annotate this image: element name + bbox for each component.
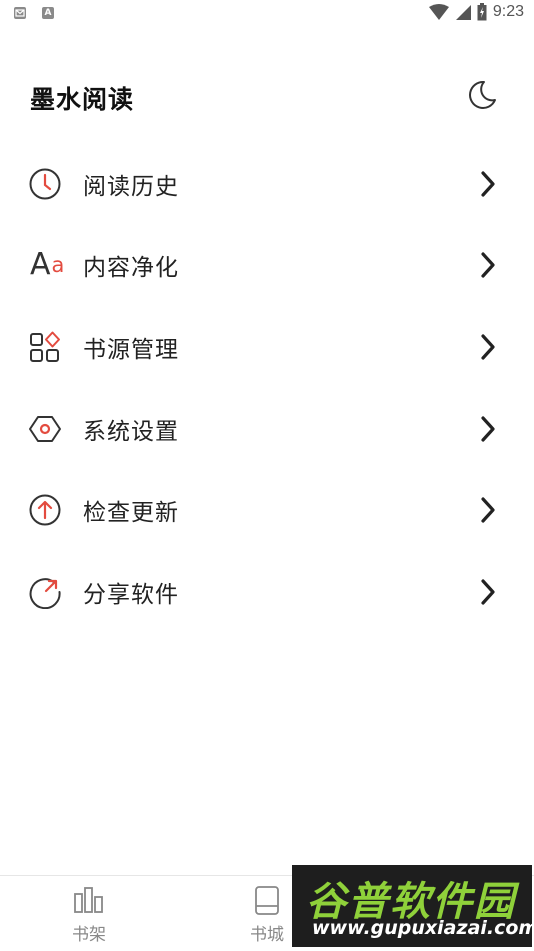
signal-icon: [455, 5, 471, 20]
chevron-right-icon: [481, 252, 495, 278]
wifi-icon: [428, 4, 449, 20]
menu-item-source-manage[interactable]: 书源管理: [0, 306, 534, 388]
tab-bookshelf[interactable]: 书架: [0, 876, 178, 951]
clock-icon: [28, 167, 62, 201]
app-title: 墨水阅读: [30, 85, 135, 114]
battery-icon: [477, 3, 487, 21]
menu-item-label: 检查更新: [83, 500, 179, 527]
chevron-right-icon: [481, 415, 495, 442]
menu-item-label: 内容净化: [83, 255, 179, 282]
menu-item-label: 分享软件: [83, 581, 179, 608]
menu-item-label: 书源管理: [83, 336, 179, 363]
tab-label: 书架: [72, 925, 106, 945]
book-icon: [255, 886, 279, 915]
notification-icons: A: [14, 7, 54, 19]
watermark-logo: 谷普软件园 www.gupuxiazai.com: [292, 865, 534, 947]
menu-item-check-update[interactable]: 检查更新: [0, 469, 534, 551]
chevron-right-icon: [481, 497, 495, 523]
header: 墨水阅读: [30, 76, 500, 120]
menu-item-label: 阅读历史: [83, 173, 179, 200]
arrow-up-circle-icon: [28, 493, 62, 527]
chevron-right-icon: [481, 171, 495, 197]
moon-icon[interactable]: [464, 78, 498, 112]
hexagon-settings-icon: [28, 412, 62, 446]
menu-item-content-purify[interactable]: A a 内容净化: [0, 225, 534, 307]
share-refresh-icon: [28, 575, 62, 609]
text-notification-icon: A: [42, 7, 54, 19]
mail-notification-icon: [14, 7, 26, 19]
font-aa-icon-capital: A: [30, 247, 51, 283]
system-icons: 9:23: [428, 3, 524, 21]
menu-item-share-app[interactable]: 分享软件: [0, 551, 534, 633]
status-bar: A 9:23: [0, 0, 534, 28]
chevron-right-icon: [481, 579, 495, 605]
font-aa-icon-small: a: [51, 253, 65, 278]
menu-item-reading-history[interactable]: 阅读历史: [0, 143, 534, 225]
chevron-right-icon: [481, 334, 495, 360]
status-time: 9:23: [492, 3, 524, 20]
bookshelf-icon: [74, 887, 103, 913]
grid-diamond-icon: [28, 330, 62, 364]
menu-item-system-settings[interactable]: 系统设置: [0, 388, 534, 470]
font-aa-icon: A a: [30, 248, 64, 282]
settings-menu: 阅读历史 A a 内容净化 书源管理 系统设置 检查更新 分享软件: [0, 143, 534, 633]
watermark-url-text: www.gupuxiazai.com: [312, 917, 534, 939]
menu-item-label: 系统设置: [83, 418, 179, 445]
